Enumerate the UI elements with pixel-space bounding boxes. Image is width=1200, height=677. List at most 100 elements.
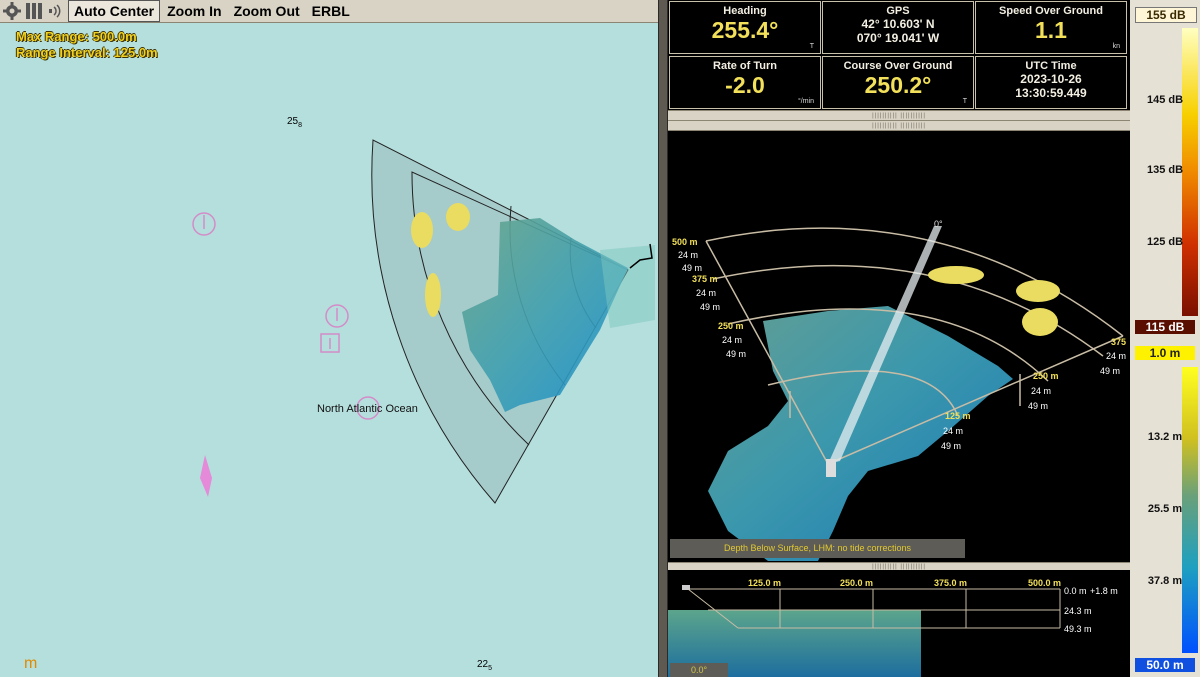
erbl-button[interactable]: ERBL [307, 1, 355, 21]
cog-cell: Course Over Ground 250.2° T [822, 56, 974, 109]
grip-icon: |||||||||| |||||||||| [872, 563, 926, 570]
db-tick: 125 dB [1146, 236, 1184, 248]
depth-label: 49 m [1100, 366, 1120, 376]
angle-button[interactable]: 0.0° [670, 663, 728, 677]
depth-label: 24.3 m [1064, 606, 1092, 616]
zoom-out-button[interactable]: Zoom Out [229, 1, 305, 21]
utc-date: 2023-10-26 [1020, 72, 1082, 86]
toolbar: Auto Center Zoom In Zoom Out ERBL [0, 0, 658, 23]
utc-label: UTC Time [1025, 60, 1077, 72]
db-tick: 135 dB [1146, 164, 1184, 176]
splitter-handle[interactable]: |||||||||| |||||||||| [668, 120, 1130, 131]
cog-label: Course Over Ground [843, 60, 953, 72]
depth-status-bar: Depth Below Surface, LHM: no tide correc… [670, 539, 965, 558]
chart-canvas [192, 139, 655, 504]
rot-label: Rate of Turn [713, 60, 777, 72]
sonar-profile-canvas: 125.0 m 250.0 m 375.0 m 500.0 m 0.0 m +1… [668, 578, 1118, 677]
rot-cell: Rate of Turn -2.0 °/min [669, 56, 821, 109]
cog-value: 250.2° [864, 72, 932, 98]
depth-label: 24 m [943, 426, 963, 436]
depth-min-box[interactable]: 1.0 m [1135, 346, 1195, 360]
range-info: Max Range: 500.0m Range Interval: 125.0m [16, 29, 158, 61]
depth-tick: 13.2 m [1147, 431, 1183, 443]
depth-label: 49 m [941, 441, 961, 451]
db-min-box[interactable]: 115 dB [1135, 320, 1195, 334]
vessel-marker [682, 585, 690, 590]
gps-lat: 42° 10.603' N [861, 17, 935, 31]
depth-offset-label: +1.8 m [1090, 586, 1118, 596]
depth-label: 24 m [1106, 351, 1126, 361]
target-blob [446, 203, 470, 231]
ocean-label: North Atlantic Ocean [317, 403, 418, 415]
sog-label: Speed Over Ground [999, 5, 1103, 17]
range-label-right-375: 375 [1111, 337, 1126, 347]
sonar-3d-view[interactable]: 0° 500 m 24 m 49 m 375 m 24 m 49 m 250 m… [668, 131, 1130, 562]
heading-cell: Heading 255.4° T [669, 1, 821, 54]
depth-label: 49 m [726, 349, 746, 359]
gps-cell: GPS 42° 10.603' N 070° 19.041' W [822, 1, 974, 54]
zoom-in-button[interactable]: Zoom In [162, 1, 226, 21]
depth-max-box[interactable]: 50.0 m [1135, 658, 1195, 672]
db-max-box[interactable]: 155 dB [1135, 7, 1197, 23]
heading-label: Heading [723, 5, 767, 17]
seafloor-surface [708, 306, 1013, 561]
range-tick-label: 375.0 m [934, 578, 967, 588]
rot-value: -2.0 [725, 72, 765, 98]
color-legend: 155 dB 145 dB 135 dB 125 dB 115 dB 1.0 m… [1130, 0, 1200, 677]
depth-label: 0.0 m [1064, 586, 1087, 596]
depth-label: 49 m [700, 302, 720, 312]
depth-label: 49.3 m [1064, 624, 1092, 634]
target-blob [411, 212, 433, 248]
magenta-arrow [200, 455, 212, 497]
cog-unit: T [962, 98, 967, 105]
sonar-3d-canvas: 0° 500 m 24 m 49 m 375 m 24 m 49 m 250 m… [672, 219, 1126, 561]
sound-icon[interactable] [46, 1, 66, 21]
sog-cell: Speed Over Ground 1.1 kn [975, 1, 1127, 54]
pane-divider[interactable] [658, 0, 668, 677]
gps-lon: 070° 19.041' W [856, 31, 940, 45]
range-label-250: 250 m [718, 321, 744, 331]
range-label-500: 500 m [672, 237, 698, 247]
depth-label: 24 m [722, 335, 742, 345]
grip-icon: |||||||||| |||||||||| [872, 122, 926, 129]
depth-sounding: 225 [477, 659, 493, 672]
range-tick-label: 250.0 m [840, 578, 873, 588]
target-blob [1022, 308, 1058, 336]
rot-unit: °/min [797, 98, 814, 105]
utc-cell: UTC Time 2023-10-26 13:30:59.449 [975, 56, 1127, 109]
depth-label: 49 m [682, 263, 702, 273]
range-tick-label: 125.0 m [748, 578, 781, 588]
sog-value: 1.1 [1035, 17, 1067, 43]
app-logo: m [24, 655, 38, 672]
gear-icon[interactable] [2, 1, 22, 21]
range-label-375: 375 m [692, 274, 718, 284]
instrument-panel: Heading 255.4° T GPS 42° 10.603' N 070° … [668, 0, 1130, 110]
heading-unit: T [809, 43, 814, 50]
target-blob [928, 266, 984, 284]
sonar-profile-view[interactable]: 125.0 m 250.0 m 375.0 m 500.0 m 0.0 m +1… [668, 570, 1130, 677]
vessel-marker [826, 459, 836, 477]
depth-label: 24 m [678, 250, 698, 260]
depth-tick: 25.5 m [1147, 503, 1183, 515]
layers-icon[interactable] [24, 1, 44, 21]
heading-value: 255.4° [711, 17, 779, 43]
chart-pane[interactable]: Auto Center Zoom In Zoom Out ERBL Max Ra… [0, 0, 658, 677]
utc-time: 13:30:59.449 [1015, 86, 1087, 100]
heading-marker: 0° [934, 219, 943, 229]
range-tick-label: 500.0 m [1028, 578, 1061, 588]
range-label-right-250: 250 m [1033, 371, 1059, 381]
db-tick: 145 dB [1146, 94, 1184, 106]
depth-label: 24 m [1031, 386, 1051, 396]
auto-center-button[interactable]: Auto Center [68, 0, 161, 22]
grip-icon: |||||||||| |||||||||| [872, 112, 926, 119]
target-blob [425, 273, 441, 317]
sog-unit: kn [1112, 43, 1120, 50]
depth-label: 24 m [696, 288, 716, 298]
depth-label: 49 m [1028, 401, 1048, 411]
range-interval-text: Range Interval: 125.0m [16, 45, 158, 60]
gps-label: GPS [886, 5, 910, 17]
sonar-spray [600, 245, 655, 328]
range-label-right-125: 125 m [945, 411, 971, 421]
target-blob [1016, 280, 1060, 302]
depth-tick: 37.8 m [1147, 575, 1183, 587]
